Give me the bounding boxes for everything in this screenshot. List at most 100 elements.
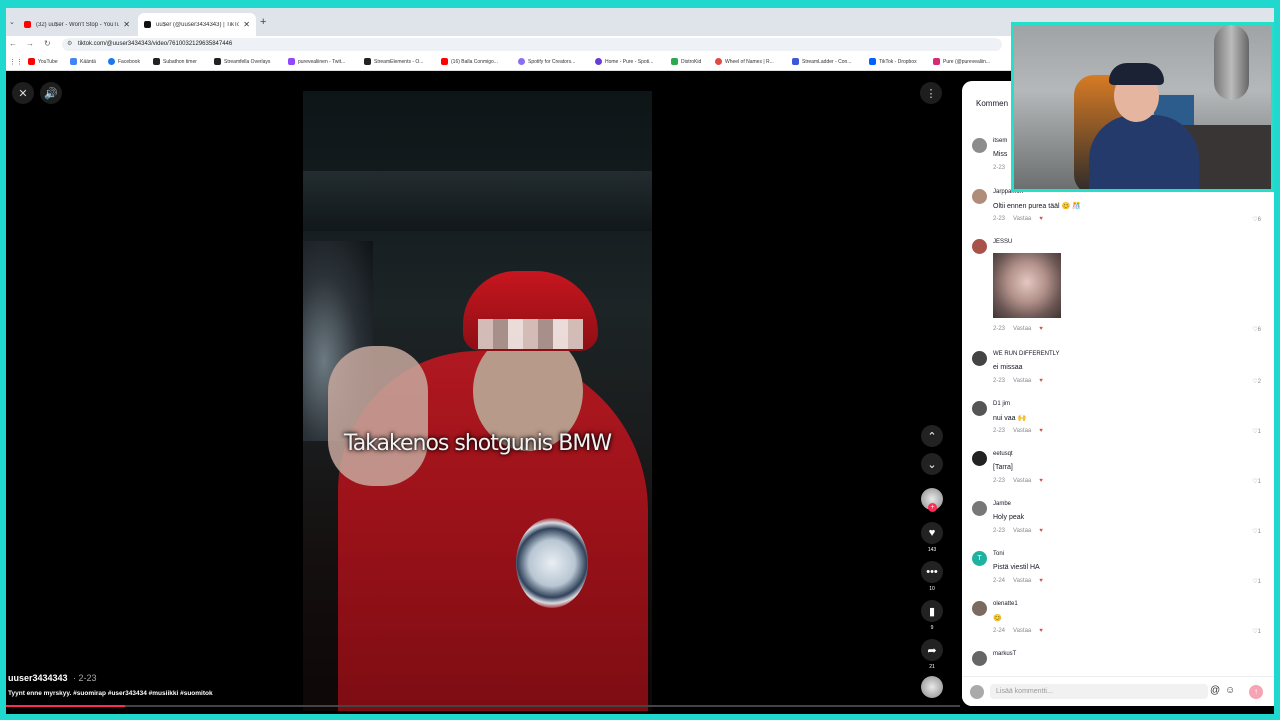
avatar[interactable] <box>972 351 987 366</box>
tab-tiktok[interactable]: uu$er (@uuser3434343) | TikTo... ✕ <box>138 13 256 36</box>
author-name[interactable]: uuser3434343 <box>8 673 68 683</box>
volume-button[interactable]: 🔊 <box>40 82 62 104</box>
comment-like-button[interactable]: ♡1 <box>1252 478 1261 485</box>
comment-like-count: 2 <box>1257 379 1261 385</box>
mention-icon[interactable]: @ <box>1210 685 1220 696</box>
bookmark-distrokid[interactable]: DistroKid <box>671 58 701 65</box>
facebook-icon <box>108 58 115 65</box>
streamer-body <box>1089 115 1199 189</box>
car-interior <box>303 171 652 231</box>
comments-tab[interactable]: Kommen <box>976 99 1008 108</box>
comment-like-button[interactable]: ♡2 <box>1252 378 1261 385</box>
emoji-icon[interactable]: ☺ <box>1225 685 1235 696</box>
avatar[interactable] <box>972 189 987 204</box>
reply-button[interactable]: Vastaa <box>1013 216 1031 222</box>
bookmark-streamfella[interactable]: Streamfella Overlays <box>214 58 270 65</box>
bookmark-facebook[interactable]: Facebook <box>108 58 140 65</box>
comment-username[interactable]: Jambe <box>993 501 1011 507</box>
bookmark-kaanta[interactable]: Kääntä <box>70 58 96 65</box>
avatar[interactable] <box>972 651 987 666</box>
close-button[interactable]: ✕ <box>12 82 34 104</box>
avatar[interactable]: T <box>972 551 987 566</box>
bookmark-subathon-timer[interactable]: Subathon timer <box>153 58 197 65</box>
reload-icon[interactable]: ↻ <box>44 39 51 48</box>
webcam-overlay <box>1011 22 1274 192</box>
reply-button[interactable]: Vastaa <box>1013 578 1031 584</box>
bookmark-streamladder[interactable]: StreamLadder - Con... <box>792 58 851 65</box>
avatar[interactable] <box>972 239 987 254</box>
bookmark-spotify-creators[interactable]: Spotify for Creators... <box>518 58 575 65</box>
bookmark-streamelements[interactable]: StreamElements - O... <box>364 58 423 65</box>
jacket-badge <box>516 518 588 608</box>
instagram-icon <box>933 58 940 65</box>
reply-button[interactable]: Vastaa <box>1013 478 1031 484</box>
site-info-icon[interactable]: ⚙ <box>67 38 72 51</box>
streamladder-icon <box>792 58 799 65</box>
streamelements-icon <box>364 58 371 65</box>
close-icon[interactable]: ✕ <box>123 20 130 29</box>
comment-username[interactable]: markusT <box>993 651 1016 657</box>
send-button[interactable]: ↑ <box>1249 685 1263 699</box>
author-avatar[interactable]: + <box>920 488 944 512</box>
bookmark-instagram[interactable]: Pure (@purevealiin... <box>933 58 990 65</box>
comment-date: 2-23 <box>993 165 1006 171</box>
bookmark-dropbox[interactable]: TikTok - Dropbox <box>869 58 917 65</box>
reply-button[interactable]: Vastaa <box>1013 326 1031 332</box>
comment-image[interactable] <box>993 253 1061 318</box>
comment-username[interactable]: JESSU <box>993 239 1012 245</box>
comment-button[interactable]: ••• 10 <box>920 561 944 592</box>
comment-username[interactable]: WE RUN DIFFERENTLY <box>993 351 1060 357</box>
avatar[interactable] <box>972 401 987 416</box>
video-caption: Takakenos shotgunis BMW <box>343 431 612 456</box>
bookmark-wheel-of-names[interactable]: Wheel of Names | R... <box>715 58 774 65</box>
bookmark-spotify-home[interactable]: Home - Pure - Spoti... <box>595 58 653 65</box>
comment-username[interactable]: eetusqt <box>993 451 1013 457</box>
reply-button[interactable]: Vastaa <box>1013 528 1031 534</box>
reply-button[interactable]: Vastaa <box>1013 378 1031 384</box>
avatar[interactable] <box>972 601 987 616</box>
video-player[interactable]: Takakenos shotgunis BMW <box>303 91 652 711</box>
comment-like-button[interactable]: ♡1 <box>1252 578 1261 585</box>
comment-username[interactable]: itsem <box>993 138 1007 144</box>
comment-username[interactable]: olenatte1 <box>993 601 1018 607</box>
address-bar[interactable]: ⚙ tiktok.com/@uuser3434343/video/7610032… <box>62 38 1002 51</box>
back-icon[interactable]: ← <box>9 39 17 48</box>
reply-button[interactable]: Vastaa <box>1013 628 1031 634</box>
bookmark-twitch[interactable]: purevealiinen - Twit... <box>288 58 345 65</box>
video-progress-bar[interactable] <box>6 705 960 707</box>
comment-username[interactable]: Toni <box>993 551 1004 557</box>
close-icon[interactable]: ✕ <box>243 20 250 29</box>
share-button[interactable]: ➦ 21 <box>920 639 944 670</box>
like-button[interactable]: ♥ 143 <box>920 522 944 553</box>
new-tab-icon[interactable]: + <box>260 16 266 28</box>
follow-plus-icon[interactable]: + <box>928 503 937 512</box>
apps-icon[interactable]: ⋮⋮ <box>9 58 23 66</box>
video-author[interactable]: uuser3434343 · 2-23 <box>8 673 97 683</box>
tab-search-icon[interactable]: ⌄ <box>9 18 15 26</box>
video-viewer: ✕ 🔊 ⋮ Takakenos shotgunis BMW uuser34343… <box>6 71 960 714</box>
comment-like-button[interactable]: ♡6 <box>1252 326 1261 333</box>
bookmark-icon: ▮ <box>921 600 943 622</box>
bookmark-youtube[interactable]: YouTube <box>28 58 58 65</box>
comment-username[interactable]: D1 jim <box>993 401 1010 407</box>
comment-like-count: 1 <box>1257 429 1261 435</box>
more-options-button[interactable]: ⋮ <box>920 82 942 104</box>
forward-icon[interactable]: → <box>26 39 34 48</box>
comment-text: nui vaa 🙌 <box>993 415 1027 422</box>
prev-video-button[interactable]: ⌃ <box>920 425 944 450</box>
progress-fill <box>6 705 126 707</box>
music-disc[interactable] <box>920 676 944 698</box>
comment-like-button[interactable]: ♡1 <box>1252 428 1261 435</box>
next-video-button[interactable]: ⌄ <box>920 453 944 478</box>
comment-like-button[interactable]: ♡1 <box>1252 528 1261 535</box>
reply-button[interactable]: Vastaa <box>1013 428 1031 434</box>
comment-like-button[interactable]: ♡1 <box>1252 628 1261 635</box>
tab-youtube[interactable]: (32) uu$er - Won't Stop - YouTu... ✕ <box>18 13 136 36</box>
avatar[interactable] <box>972 138 987 153</box>
comment-input[interactable]: Lisää kommentti... <box>990 684 1208 699</box>
avatar[interactable] <box>972 451 987 466</box>
bookmark-balla-conmigo[interactable]: (16) Balla Conmigo... <box>441 58 498 65</box>
save-button[interactable]: ▮ 9 <box>920 600 944 631</box>
comment-like-button[interactable]: ♡6 <box>1252 216 1261 223</box>
avatar[interactable] <box>972 501 987 516</box>
